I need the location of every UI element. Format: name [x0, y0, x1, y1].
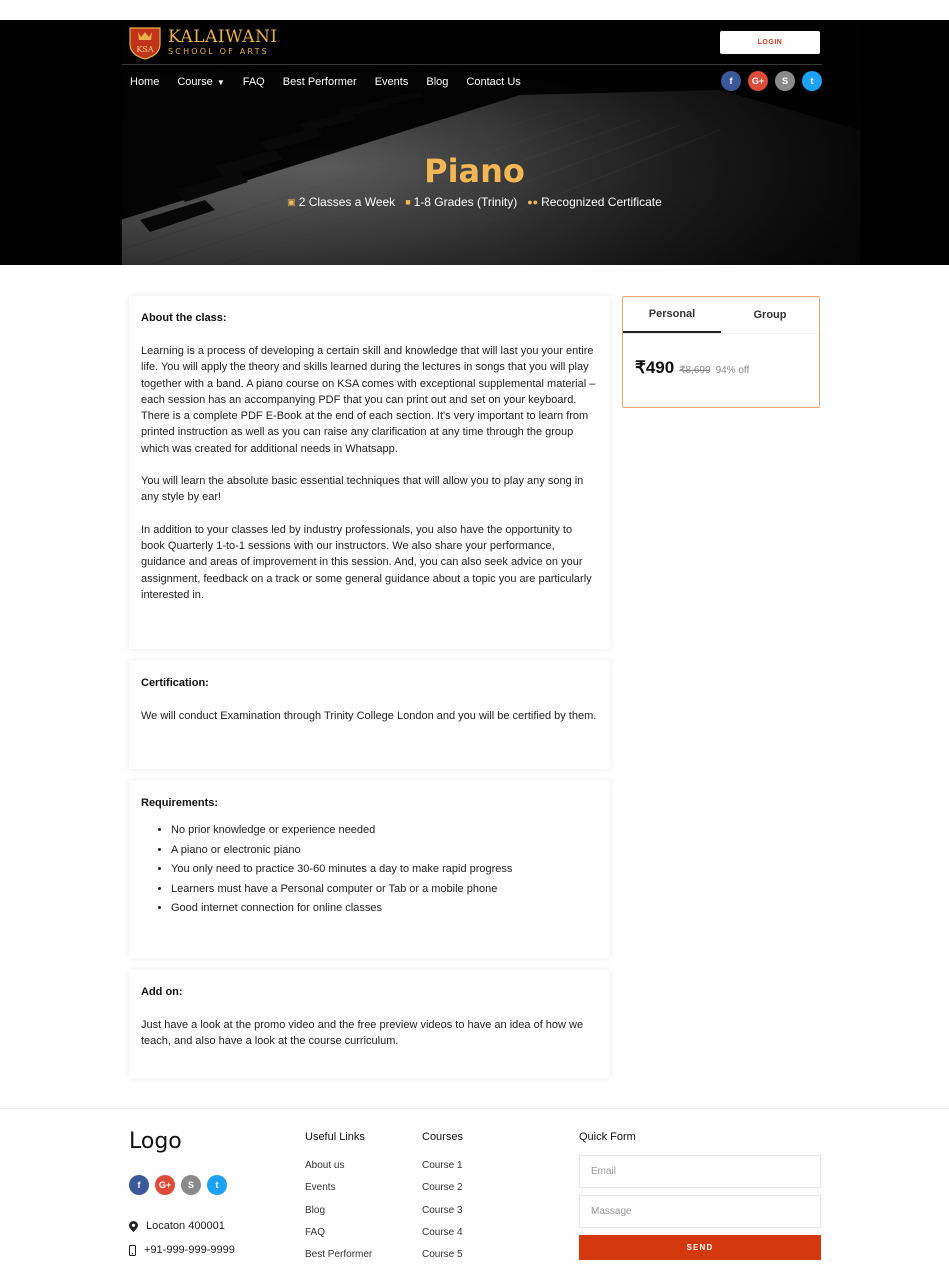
- addon-card: Add on: Just have a look at the promo vi…: [129, 970, 610, 1078]
- footer-course-link[interactable]: Course 1: [422, 1155, 463, 1177]
- certification-card: Certification: We will conduct Examinati…: [129, 661, 610, 769]
- footer-course-link[interactable]: Course 4: [422, 1222, 463, 1244]
- facebook-icon[interactable]: f: [129, 1175, 149, 1195]
- calendar-icon: ▣: [287, 196, 296, 207]
- footer-link-about[interactable]: About us: [305, 1155, 372, 1177]
- quick-form-heading: Quick Form: [579, 1131, 636, 1143]
- current-price: ₹490: [635, 358, 675, 377]
- google-plus-icon[interactable]: G+: [748, 71, 768, 91]
- courses-heading: Courses: [422, 1131, 463, 1143]
- price-row: ₹490 ₹8,699 94% off: [635, 358, 819, 378]
- about-heading: About the class:: [141, 312, 227, 324]
- crest-icon: KSA: [129, 27, 161, 60]
- brand-tagline: SCHOOL OF ARTS: [168, 46, 269, 56]
- requirement-item: Good internet connection for online clas…: [171, 899, 598, 919]
- map-pin-icon: [129, 1220, 138, 1232]
- facebook-icon[interactable]: f: [721, 71, 741, 91]
- requirements-list: No prior knowledge or experience needed …: [141, 821, 598, 919]
- requirement-item: A piano or electronic piano: [171, 841, 598, 861]
- twitter-icon[interactable]: t: [802, 71, 822, 91]
- footer-link-faq[interactable]: FAQ: [305, 1222, 372, 1244]
- requirements-card: Requirements: No prior knowledge or expe…: [129, 781, 610, 958]
- nav-course[interactable]: Course ▼: [177, 76, 224, 88]
- addon-text: Just have a look at the promo video and …: [141, 1019, 584, 1048]
- skype-icon[interactable]: S: [775, 71, 795, 91]
- site-header: KSA KALAIWANI SCHOOL OF ARTS LOGIN Home …: [0, 20, 949, 265]
- caret-down-icon: ▼: [216, 77, 225, 87]
- about-card: About the class: Learning is a process o…: [129, 296, 610, 649]
- addon-heading: Add on:: [141, 986, 183, 998]
- useful-links-heading: Useful Links: [305, 1131, 365, 1143]
- meta-classes: ▣ 2 Classes a Week: [287, 195, 396, 209]
- footer-link-events[interactable]: Events: [305, 1177, 372, 1199]
- discount-label: 94% off: [715, 365, 750, 376]
- requirement-item: Learners must have a Personal computer o…: [171, 880, 598, 900]
- certification-text: We will conduct Examination through Trin…: [141, 710, 597, 722]
- requirements-heading: Requirements:: [141, 797, 219, 809]
- svg-text:KSA: KSA: [136, 45, 153, 54]
- book-icon: ■: [405, 197, 411, 207]
- requirement-item: No prior knowledge or experience needed: [171, 821, 598, 841]
- tab-personal[interactable]: Personal: [623, 297, 721, 333]
- footer-course-link[interactable]: Course 2: [422, 1177, 463, 1199]
- pricing-box: Personal Group ₹490 ₹8,699 94% off: [622, 296, 820, 408]
- send-button[interactable]: SEND: [579, 1235, 821, 1260]
- nav-faq[interactable]: FAQ: [243, 76, 265, 88]
- users-icon: ●●: [527, 197, 539, 207]
- brand-logo[interactable]: KSA KALAIWANI SCHOOL OF ARTS: [128, 24, 278, 60]
- brand-name: KALAIWANI: [168, 26, 278, 47]
- course-meta: ▣ 2 Classes a Week ■ 1-8 Grades (Trinity) …: [0, 195, 949, 209]
- meta-grades: ■ 1-8 Grades (Trinity): [405, 195, 518, 209]
- meta-certificate: ●● Recognized Certificate: [527, 195, 662, 209]
- nav-home[interactable]: Home: [130, 76, 159, 88]
- footer-useful-links: Useful Links About us Events Blog FAQ Be…: [305, 1131, 372, 1266]
- course-title: Piano: [424, 152, 525, 190]
- footer-phone: +91-999-999-9999: [129, 1244, 235, 1256]
- pricing-tabs: Personal Group: [623, 297, 819, 334]
- original-price: ₹8,699: [679, 365, 711, 376]
- about-paragraph-3: In addition to your classes led by indus…: [141, 523, 592, 601]
- footer-link-blog[interactable]: Blog: [305, 1200, 372, 1222]
- top-bar: KSA KALAIWANI SCHOOL OF ARTS LOGIN: [122, 20, 822, 65]
- about-paragraph-2: You will learn the absolute basic essent…: [141, 475, 584, 504]
- site-footer: Logo f G+ S t Locaton 400001 +91-999-999…: [0, 1108, 949, 1280]
- nav-contact-us[interactable]: Contact Us: [466, 76, 520, 88]
- footer-course-link[interactable]: Course 5: [422, 1244, 463, 1266]
- footer-course-link[interactable]: Course 3: [422, 1200, 463, 1222]
- nav-events[interactable]: Events: [375, 76, 409, 88]
- certification-heading: Certification:: [141, 677, 209, 689]
- about-paragraph-1: Learning is a process of developing a ce…: [141, 345, 596, 455]
- nav-best-performer[interactable]: Best Performer: [283, 76, 357, 88]
- message-field[interactable]: Massage: [579, 1195, 821, 1228]
- login-button[interactable]: LOGIN: [720, 31, 820, 54]
- quick-form: Quick Form Email Massage SEND: [579, 1131, 821, 1260]
- main-nav: Home Course ▼ FAQ Best Performer Events B…: [130, 72, 539, 92]
- email-field[interactable]: Email: [579, 1155, 821, 1188]
- nav-blog[interactable]: Blog: [426, 76, 448, 88]
- footer-courses: Courses Course 1 Course 2 Course 3 Cours…: [422, 1131, 463, 1266]
- tab-group[interactable]: Group: [721, 297, 819, 333]
- footer-logo[interactable]: Logo: [129, 1129, 182, 1154]
- footer-link-best-performer[interactable]: Best Performer: [305, 1244, 372, 1266]
- footer-social-links: f G+ S t: [129, 1175, 227, 1195]
- requirement-item: You only need to practice 30-60 minutes …: [171, 860, 598, 880]
- skype-icon[interactable]: S: [181, 1175, 201, 1195]
- footer-location: Locaton 400001: [129, 1220, 225, 1232]
- phone-icon: [129, 1244, 136, 1256]
- twitter-icon[interactable]: t: [207, 1175, 227, 1195]
- google-plus-icon[interactable]: G+: [155, 1175, 175, 1195]
- header-social-links: f G+ S t: [721, 71, 822, 91]
